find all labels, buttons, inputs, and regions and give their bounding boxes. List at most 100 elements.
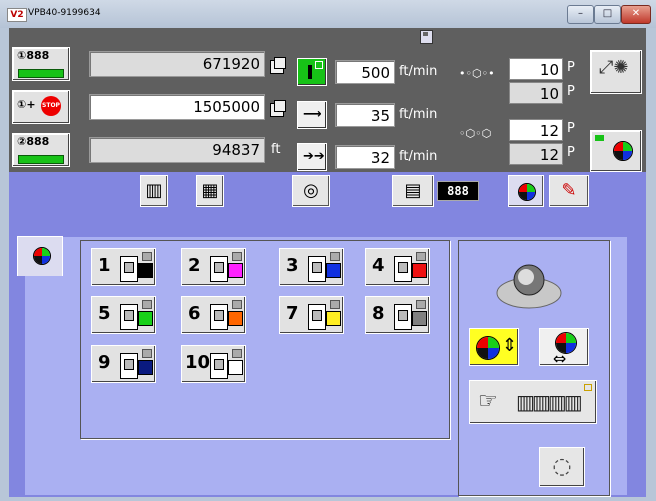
color-swatch: [138, 360, 153, 375]
print-head-icon: [308, 256, 326, 282]
indicator-icon: [142, 252, 152, 261]
vertical-register-button[interactable]: ⇕: [469, 328, 519, 366]
counter2-unit: ft: [271, 142, 281, 157]
speed1-input[interactable]: 500: [335, 60, 395, 84]
print-heads-icon: ▥▥▥▥: [516, 390, 583, 414]
counter2-button[interactable]: ②888: [12, 133, 70, 167]
color-swatch: [138, 263, 153, 278]
fast-arrow-icon: ➔➔: [303, 149, 325, 164]
tab-roll[interactable]: ◎: [292, 175, 330, 207]
color-wheel-icon: [613, 141, 633, 161]
tab-monitor[interactable]: ▤: [392, 175, 434, 207]
color-swatch: [228, 311, 243, 326]
color-button-2[interactable]: 2: [181, 248, 246, 286]
speed2-unit: ft/min: [399, 107, 438, 122]
print-head-icon: [308, 304, 326, 330]
save-icon[interactable]: [420, 30, 433, 44]
indicator-icon: [142, 300, 152, 309]
side-tab-color-register[interactable]: [17, 236, 63, 276]
close-button[interactable]: ✕: [621, 5, 651, 24]
speed3-unit: ft/min: [399, 149, 438, 164]
tab-print-head[interactable]: ▥: [140, 175, 168, 207]
heads-group-icon: ▦: [201, 180, 219, 201]
tab-color-register[interactable]: [508, 175, 544, 207]
print-head-icon: [394, 256, 412, 282]
app-icon: V2: [7, 8, 27, 22]
status-panel: ①888 671920 ①+ STOP 1505000 ②888 94837 f…: [9, 45, 646, 172]
color-swatch: [228, 360, 243, 375]
color-wheel-icon: [476, 336, 500, 360]
color-button-6[interactable]: 6: [181, 296, 246, 334]
print-head-icon: [120, 353, 138, 379]
forward-speed-button[interactable]: ⟶: [297, 101, 327, 129]
run-speed-button[interactable]: [297, 58, 327, 86]
color-button-5[interactable]: 5: [91, 296, 156, 334]
speed3-input[interactable]: 32: [335, 145, 395, 169]
counter1-button[interactable]: ①888: [12, 47, 70, 81]
indicator-icon: [232, 300, 242, 309]
color-wheel-icon: [33, 247, 51, 265]
indicator-icon: [232, 349, 242, 358]
print-head-icon: [210, 304, 228, 330]
reset-button[interactable]: ◌: [539, 447, 585, 487]
tab-heads-group[interactable]: ▦: [196, 175, 224, 207]
color-swatch: [228, 263, 243, 278]
pin1-input[interactable]: 10: [509, 58, 563, 80]
pin4-value: 12: [509, 143, 563, 165]
top-toolbar-strip: [9, 28, 646, 45]
auto-adjust-button[interactable]: ⤢✺: [590, 50, 642, 94]
color-button-10[interactable]: 10: [181, 345, 246, 383]
indicator-icon: [416, 252, 426, 261]
color-button-8[interactable]: 8: [365, 296, 430, 334]
speed2-input[interactable]: 35: [335, 103, 395, 127]
print-head-icon: [120, 256, 138, 282]
indicator-icon: [330, 252, 340, 261]
counter1-label: ①888: [17, 49, 50, 62]
pin2-unit: P: [567, 84, 575, 99]
color-swatch: [326, 311, 341, 326]
color-number: 6: [188, 303, 201, 324]
print-head-icon: [120, 304, 138, 330]
color-button-4[interactable]: 4: [365, 248, 430, 286]
run-icon: [308, 65, 312, 79]
minimize-icon: –: [578, 8, 583, 19]
color-button-9[interactable]: 9: [91, 345, 156, 383]
stop-icon: STOP: [41, 96, 61, 116]
color-number: 10: [185, 352, 211, 373]
color-button-3[interactable]: 3: [279, 248, 344, 286]
color-button-1[interactable]: 1: [91, 248, 156, 286]
color-swatch: [412, 263, 427, 278]
indicator-icon: [142, 349, 152, 358]
arrow-up-down-icon: ⇕: [502, 335, 518, 356]
maximize-button[interactable]: □: [594, 5, 621, 24]
color-button-7[interactable]: 7: [279, 296, 344, 334]
indicator-icon: [584, 384, 592, 391]
color-number: 3: [286, 255, 299, 276]
horizontal-register-button[interactable]: ⇔: [539, 328, 589, 368]
pin2-value: 10: [509, 82, 563, 104]
minimize-button[interactable]: –: [567, 5, 594, 24]
arrow-left-right-icon: ⇔: [553, 349, 567, 368]
stop-counter-value[interactable]: 1505000: [89, 94, 265, 120]
speed1-unit: ft/min: [399, 64, 438, 79]
color-wheel-icon: [518, 183, 536, 201]
print-head-icon: [394, 304, 412, 330]
pin4-unit: P: [567, 145, 575, 160]
pin3-input[interactable]: 12: [509, 119, 563, 141]
roll-icon: ◎: [303, 180, 319, 201]
color-number: 4: [372, 255, 385, 276]
arrow-right-icon: ⟶: [303, 107, 322, 122]
counter2-value: 94837: [89, 137, 265, 163]
led-display[interactable]: 888: [437, 181, 479, 201]
tab-tools[interactable]: ✎: [549, 175, 589, 207]
color-number: 7: [286, 303, 299, 324]
color-swatch: [326, 263, 341, 278]
joystick-knob-icon[interactable]: [494, 260, 564, 310]
color-register-button[interactable]: [590, 130, 642, 172]
counter-stop-button[interactable]: ①+ STOP: [12, 90, 70, 124]
copy-icon: [270, 57, 286, 74]
apply-all-heads-button[interactable]: ☞ ▥▥▥▥: [469, 380, 597, 424]
counter1-status-bar: [18, 69, 64, 78]
fast-forward-speed-button[interactable]: ➔➔: [297, 143, 327, 171]
workspace: ▥ ▦ ◎ ▤ 888 ✎ 1 2 3 4 5 6 7 8 9 10 ⇕ ⇔ ☞…: [9, 172, 646, 497]
